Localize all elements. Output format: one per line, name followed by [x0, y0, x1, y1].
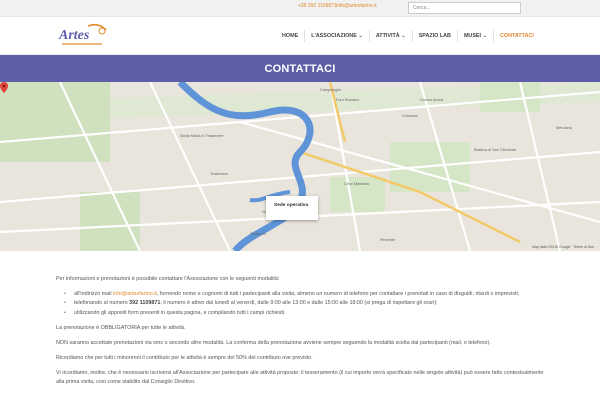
page-title-banner: CONTATTACI	[0, 55, 600, 82]
intro-text: Per informazioni e prenotazioni è possib…	[56, 276, 280, 282]
nav-attivita[interactable]: ATTIVITÀ ⌄	[368, 30, 412, 42]
map-label: Piramide	[380, 238, 395, 242]
paragraph: Vi ricordiamo, inoltre, che è necessario…	[56, 370, 544, 385]
site-logo[interactable]: Artes	[58, 22, 112, 50]
map-label: Domus Aurea	[420, 98, 444, 102]
nav-spazio-lab[interactable]: SPAZIO LAB	[411, 30, 457, 42]
email-link[interactable]: info@artesfarino.it	[336, 3, 377, 9]
contact-methods-list: all'indirizzo mail info@artesfarino.it, …	[64, 290, 544, 317]
list-item: all'indirizzo mail info@artesfarino.it, …	[64, 290, 544, 298]
map-label: Campidoglio	[320, 88, 342, 92]
google-map[interactable]: Campidoglio Foro Romano Colosseo Domus A…	[0, 82, 600, 251]
list-item: utilizzando gli appositi form presenti i…	[64, 309, 544, 317]
top-bar: +39 392 1109871 info@artesfarino.it Cerc…	[0, 0, 600, 17]
map-label: Foro Romano	[336, 98, 360, 102]
map-label: Merulana	[556, 126, 572, 130]
nav-home[interactable]: HOME	[276, 30, 304, 42]
map-label: Circo Massimo	[344, 182, 370, 186]
search-input[interactable]: Cerca...	[408, 2, 521, 14]
site-header: Artes HOME L'ASSOCIAZIONE ⌄ ATTIVITÀ ⌄ S…	[0, 17, 600, 55]
nav-musei[interactable]: MUSEI ⌄	[456, 30, 493, 42]
nav-associazione[interactable]: L'ASSOCIAZIONE ⌄	[304, 30, 369, 42]
map-pin-icon[interactable]	[0, 82, 8, 93]
contact-content: Per informazioni e prenotazioni è possib…	[0, 251, 600, 386]
map-label: Basilica di San Clemente	[474, 148, 517, 152]
map-label: Colosseo	[402, 114, 418, 118]
list-item: telefonando al numero 392 1109871: il nu…	[64, 299, 544, 307]
page-title: CONTATTACI	[264, 62, 336, 75]
email-link[interactable]: info@artesfarino.it	[113, 291, 157, 297]
paragraph: Ricordiamo che per tutti i minorenni il …	[56, 355, 313, 362]
paragraph: La prenotazione è OBBLIGATORIA per tutte…	[56, 324, 186, 331]
logo-text: Artes	[58, 28, 90, 43]
paragraph: NON saranno accettate prenotazioni via s…	[56, 340, 491, 347]
map-label: Testaccio	[250, 232, 266, 236]
map-canvas[interactable]	[0, 82, 600, 251]
phone-link[interactable]: +39 392 1109871	[298, 3, 337, 9]
map-label: Santa Maria in Trastevere	[180, 134, 224, 138]
main-nav: HOME L'ASSOCIAZIONE ⌄ ATTIVITÀ ⌄ SPAZIO …	[276, 30, 540, 42]
map-label: Trastevere	[210, 172, 229, 176]
map-popup-title: Sede operativa	[274, 203, 309, 208]
phone-number: 392 1109871	[129, 300, 161, 307]
map-info-window: Sede operativa	[266, 196, 318, 220]
nav-contattaci[interactable]: CONTATTACI	[493, 30, 540, 42]
map-attribution[interactable]: Map data ©2016 Google · Terms of Use	[532, 245, 594, 249]
